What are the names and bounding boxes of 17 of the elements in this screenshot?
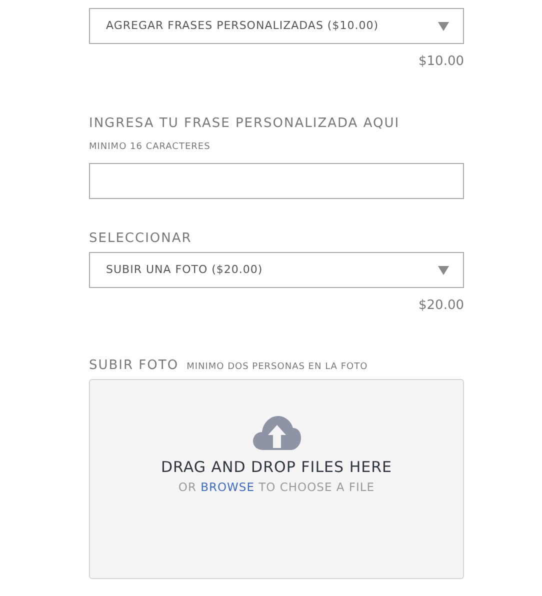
caret-icon [438, 22, 449, 30]
hint-text: MINIMO 16 CARACTERES [89, 141, 212, 154]
drop-title: DRAG AND DROP FILES HERE [161, 457, 392, 478]
browse-link[interactable]: BROWSE [200, 480, 254, 494]
cloud-upload-icon [252, 416, 300, 450]
field-label: INGRESA TU FRASE PERSONALIZADA AQUI [89, 114, 401, 132]
field-label: SUBIR FOTO [89, 356, 179, 374]
field-label: SELECCIONAR [89, 230, 193, 248]
dropdown[interactable]: SUBIR UNA FOTO ($20.00) [89, 252, 464, 288]
price-text: $20.00 [418, 297, 464, 315]
price-text: $10.00 [418, 53, 464, 71]
note-text: MINIMO DOS PERSONAS EN LA FOTO [186, 360, 368, 374]
drop-zone[interactable]: DRAG AND DROP FILES HERE OR BROWSE TO CHOOSE A FILE [89, 379, 464, 579]
caret-icon [438, 266, 449, 274]
drop-hint: OR BROWSE TO CHOOSE A FILE [178, 478, 375, 496]
dropdown[interactable]: AGREGAR FRASES PERSONALIZADAS ($10.00) [89, 8, 464, 44]
text-input-field[interactable] [89, 162, 464, 198]
